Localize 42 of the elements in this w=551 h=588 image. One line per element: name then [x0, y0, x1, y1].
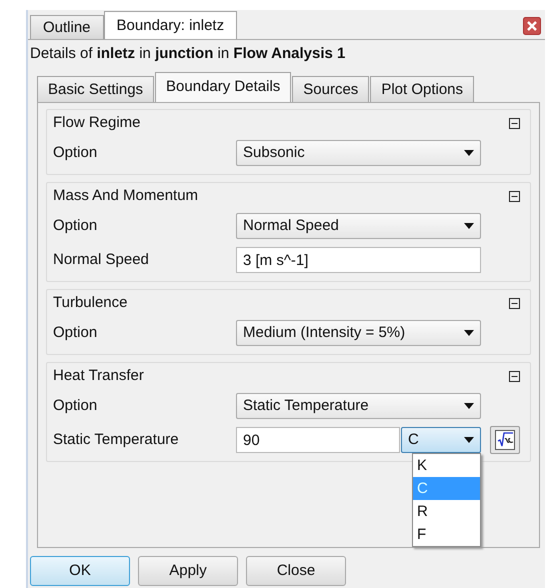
group-title: Flow Regime	[53, 112, 141, 133]
group-title: Heat Transfer	[53, 366, 144, 386]
dropdown[interactable]: Normal Speed	[236, 213, 481, 239]
menu-option[interactable]: R	[413, 500, 480, 523]
tab[interactable]: Boundary Details	[155, 72, 292, 102]
details-text: Details of inletz in junction in Flow Analysis 1	[30, 45, 346, 62]
collapse-icon[interactable]	[509, 370, 520, 382]
group-title: Mass And Momentum	[53, 186, 198, 206]
dialog-button[interactable]: Apply	[138, 556, 238, 586]
formula-icon	[495, 430, 515, 450]
field-label: Static Temperature	[53, 430, 180, 450]
tab[interactable]: Sources	[292, 76, 370, 102]
tab[interactable]: Plot Options	[370, 76, 474, 102]
input-field[interactable]: 90	[236, 427, 400, 453]
collapse-icon[interactable]	[509, 118, 520, 128]
panel-tab[interactable]: Boundary: inletz	[104, 11, 238, 39]
unit-dropdown[interactable]: C	[401, 427, 481, 453]
dropdown[interactable]: Subsonic	[236, 140, 481, 166]
field-label: Option	[53, 216, 98, 236]
caret-icon	[464, 403, 474, 409]
caret-icon	[464, 150, 474, 156]
close-icon[interactable]	[523, 17, 541, 35]
field-label: Option	[53, 142, 98, 163]
menu-option[interactable]: K	[413, 454, 480, 477]
field-label: Option	[53, 322, 98, 343]
tab[interactable]: Basic Settings	[37, 76, 154, 102]
menu-option[interactable]: F	[413, 523, 480, 546]
field-label: Normal Speed	[53, 250, 150, 270]
dialog-button[interactable]: OK	[30, 556, 130, 586]
panel-tab[interactable]: Outline	[30, 15, 104, 39]
field-label: Option	[53, 396, 98, 416]
dialog-button[interactable]: Close	[246, 556, 346, 586]
expression-button[interactable]	[490, 426, 520, 454]
caret-icon	[464, 437, 474, 443]
collapse-icon[interactable]	[509, 298, 520, 308]
caret-icon	[464, 223, 474, 229]
input-field[interactable]: 3 [m s^-1]	[236, 247, 481, 273]
dropdown[interactable]: Static Temperature	[236, 393, 481, 419]
collapse-icon[interactable]	[509, 190, 520, 202]
dropdown[interactable]: Medium (Intensity = 5%)	[236, 320, 481, 346]
group-title: Turbulence	[53, 292, 128, 313]
caret-icon	[464, 330, 474, 336]
